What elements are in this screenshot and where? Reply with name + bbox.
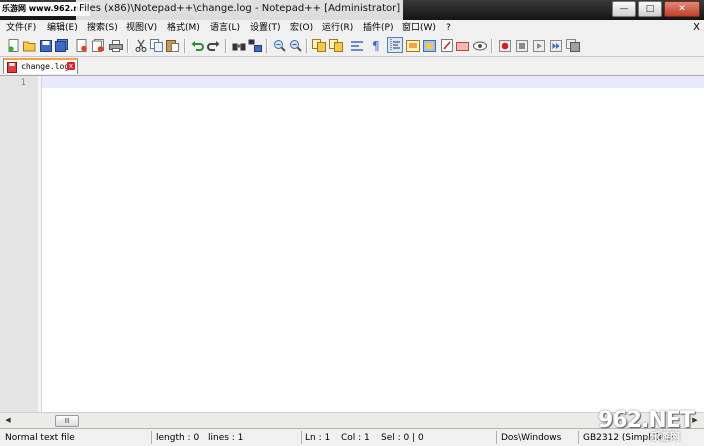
all-chars-icon[interactable]: ¶: [368, 38, 383, 53]
close-icon[interactable]: [74, 38, 89, 53]
status-lines: lines : 1: [208, 433, 244, 443]
menu-language[interactable]: 语言(L): [210, 21, 240, 35]
toolbar: ¶: [0, 36, 704, 57]
record-macro-icon[interactable]: [497, 38, 512, 53]
tab-label: change.log: [21, 62, 70, 71]
window-controls: — □ ✕: [612, 1, 700, 17]
menu-file[interactable]: 文件(F): [6, 21, 36, 35]
scroll-thumb[interactable]: Ⅲ: [55, 415, 79, 427]
status-line-number: Ln : 1: [305, 433, 331, 443]
tab-change-log[interactable]: change.log x: [3, 58, 78, 74]
toolbar-separator: [127, 39, 129, 53]
menu-help[interactable]: ?: [446, 21, 451, 35]
status-divider: [496, 431, 497, 444]
sync-vertical-icon[interactable]: [311, 38, 326, 53]
save-all-icon[interactable]: [54, 38, 69, 53]
toolbar-separator: [184, 39, 186, 53]
unsaved-file-icon: [7, 62, 17, 76]
status-divider: [578, 431, 579, 444]
play-macro-icon[interactable]: [531, 38, 546, 53]
scroll-left-button[interactable]: ◀: [1, 414, 15, 427]
tab-close-icon[interactable]: x: [67, 62, 75, 70]
maximize-button[interactable]: □: [638, 1, 662, 17]
sync-horizontal-icon[interactable]: [328, 38, 343, 53]
close-all-icon[interactable]: [91, 38, 106, 53]
menu-view[interactable]: 视图(V): [126, 21, 157, 35]
undo-icon[interactable]: [190, 38, 205, 53]
scroll-right-button[interactable]: ▶: [688, 414, 702, 427]
toolbar-separator: [225, 39, 227, 53]
paste-icon[interactable]: [165, 38, 180, 53]
status-divider: [151, 431, 152, 444]
menu-run[interactable]: 运行(R): [322, 21, 353, 35]
menu-edit[interactable]: 编辑(E): [47, 21, 78, 35]
editor-area[interactable]: 1: [0, 76, 704, 412]
zoom-out-icon[interactable]: [288, 38, 303, 53]
copy-icon[interactable]: [149, 38, 164, 53]
menu-window[interactable]: 窗口(W): [402, 21, 436, 35]
minimize-button[interactable]: —: [612, 1, 636, 17]
line-number-gutter: 1: [0, 76, 38, 412]
new-file-icon[interactable]: [6, 38, 21, 53]
status-length: length : 0: [156, 433, 200, 443]
monitoring-icon[interactable]: [472, 38, 487, 53]
stop-record-icon[interactable]: [514, 38, 529, 53]
status-file-type: Normal text file: [5, 433, 75, 443]
folder-workspace-icon[interactable]: [455, 38, 470, 53]
close-window-button[interactable]: ✕: [664, 1, 700, 17]
zoom-in-icon[interactable]: [272, 38, 287, 53]
toolbar-separator: [306, 39, 308, 53]
udl-icon[interactable]: [405, 38, 420, 53]
menu-search[interactable]: 搜索(S): [87, 21, 118, 35]
open-file-icon[interactable]: [22, 38, 37, 53]
title-bar: 乐游网 www.962.net Files (x86)\Notepad++\ch…: [0, 0, 704, 20]
doc-map-icon[interactable]: [422, 38, 437, 53]
function-list-icon[interactable]: [439, 38, 454, 53]
redo-icon[interactable]: [206, 38, 221, 53]
save-macro-icon[interactable]: [565, 38, 580, 53]
status-divider: [301, 431, 302, 444]
current-line-highlight: [42, 76, 704, 88]
window-title: Files (x86)\Notepad++\change.log - Notep…: [76, 0, 404, 20]
word-wrap-icon[interactable]: [350, 38, 365, 53]
status-encoding: GB2312 (Simplified): [583, 433, 674, 443]
tab-bar: change.log x: [0, 57, 704, 76]
indent-guide-icon[interactable]: [387, 37, 403, 53]
toolbar-separator: [491, 39, 493, 53]
find-icon[interactable]: [231, 38, 246, 53]
cut-icon[interactable]: [133, 38, 148, 53]
menu-bar: 文件(F) 编辑(E) 搜索(S) 视图(V) 格式(M) 语言(L) 设置(T…: [0, 20, 704, 36]
close-document-button[interactable]: X: [693, 21, 700, 35]
status-bar: Normal text file length : 0 lines : 1 Ln…: [0, 428, 704, 446]
menu-macro[interactable]: 宏(O): [290, 21, 313, 35]
run-macro-multiple-icon[interactable]: [548, 38, 563, 53]
status-eol: Dos\Windows: [501, 433, 562, 443]
svg-text:¶: ¶: [372, 39, 380, 52]
menu-format[interactable]: 格式(M): [167, 21, 200, 35]
horizontal-scrollbar[interactable]: ◀ Ⅲ ▶: [0, 412, 704, 428]
menu-settings[interactable]: 设置(T): [250, 21, 281, 35]
menu-plugins[interactable]: 插件(P): [363, 21, 393, 35]
save-icon[interactable]: [38, 38, 53, 53]
print-icon[interactable]: [108, 38, 123, 53]
replace-icon[interactable]: [247, 38, 262, 53]
toolbar-separator: [266, 39, 268, 53]
fold-margin[interactable]: [38, 76, 42, 412]
status-column: Col : 1: [341, 433, 370, 443]
status-selection: Sel : 0 | 0: [381, 433, 424, 443]
line-number: 1: [20, 78, 26, 88]
